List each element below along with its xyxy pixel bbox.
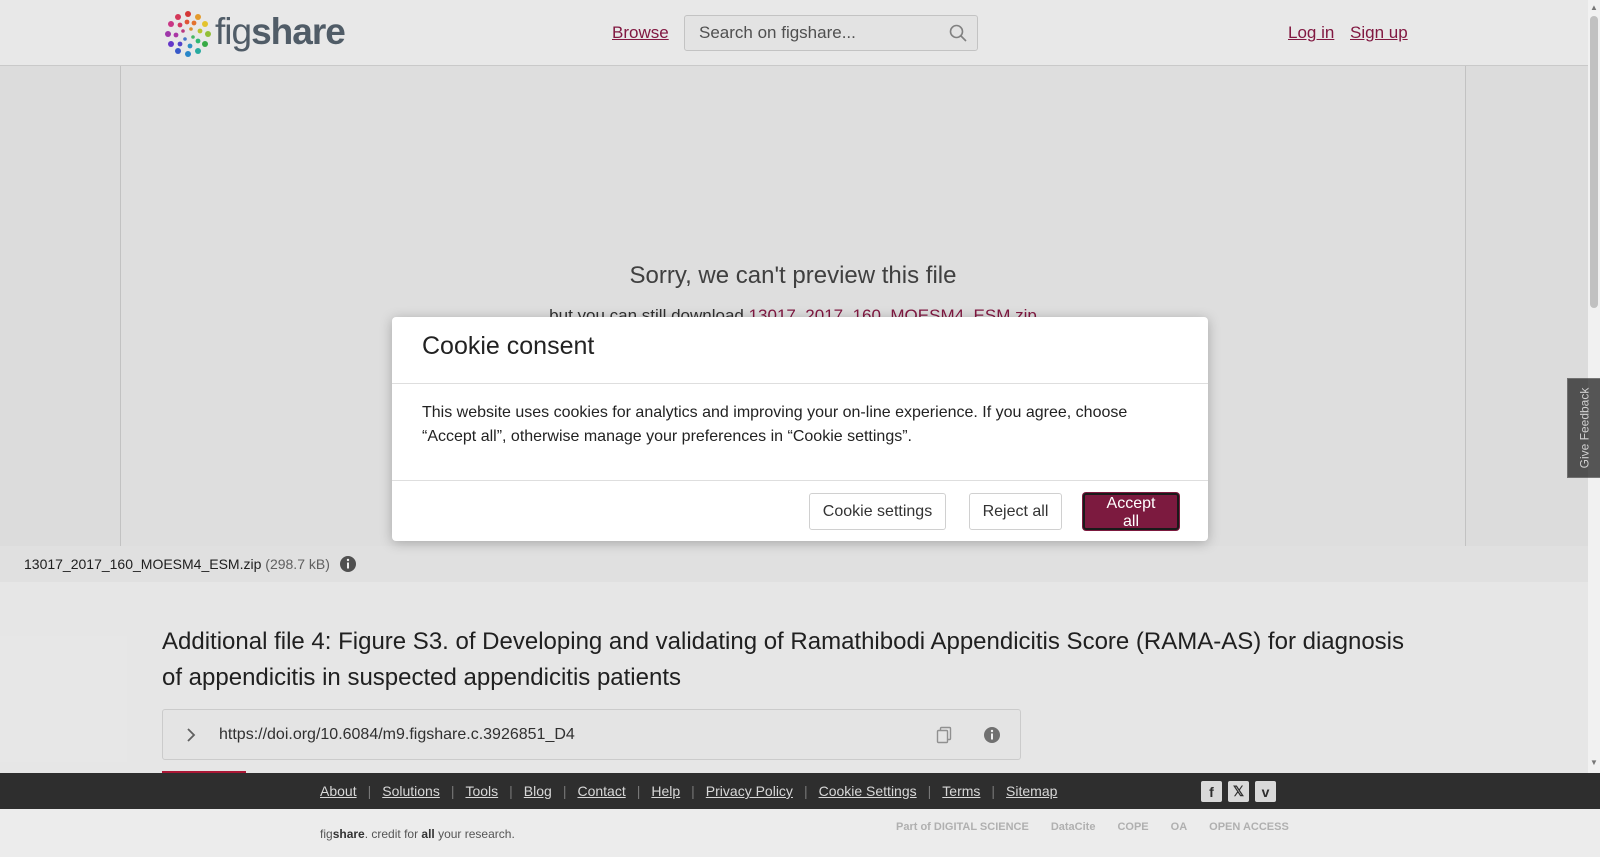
- footer-separator: |: [562, 783, 567, 799]
- oa-badge-logo[interactable]: OA: [1171, 821, 1188, 833]
- accept-all-button[interactable]: Accept all: [1083, 493, 1179, 530]
- footer-separator: |: [991, 783, 996, 799]
- footer-link-contact[interactable]: Contact: [577, 783, 625, 799]
- footer-separator: |: [367, 783, 372, 799]
- footer-link-privacy-policy[interactable]: Privacy Policy: [706, 783, 793, 799]
- footer-link-help[interactable]: Help: [651, 783, 680, 799]
- facebook-icon[interactable]: f: [1201, 781, 1222, 802]
- footer-link-tools[interactable]: Tools: [465, 783, 498, 799]
- footer-tagline: figshare. credit for all your research.: [320, 827, 515, 841]
- footer-link-about[interactable]: About: [320, 783, 357, 799]
- footer-separator: |: [927, 783, 932, 799]
- social-links: f 𝕏 v: [1201, 781, 1276, 802]
- x-icon[interactable]: 𝕏: [1228, 781, 1249, 802]
- footer-link-solutions[interactable]: Solutions: [382, 783, 440, 799]
- cookie-consent-dialog: Cookie consent This website uses cookies…: [392, 317, 1208, 541]
- cookie-dialog-title: Cookie consent: [422, 332, 595, 360]
- cookie-dialog-footer: Cookie settings Reject all Accept all: [392, 480, 1208, 541]
- digital-science-logo[interactable]: Part of DIGITAL SCIENCE: [896, 821, 1029, 833]
- reject-all-button[interactable]: Reject all: [969, 493, 1062, 530]
- cope-logo[interactable]: COPE: [1117, 821, 1148, 833]
- open-access-logo[interactable]: OPEN ACCESS: [1209, 821, 1289, 833]
- footer-separator: |: [691, 783, 695, 799]
- footer-separator: |: [509, 783, 513, 799]
- footer-separator: |: [803, 783, 808, 799]
- cookie-dialog-body: This website uses cookies for analytics …: [422, 404, 1128, 445]
- scroll-up-arrow-icon[interactable]: ▲: [1590, 4, 1598, 12]
- footer-link-terms[interactable]: Terms: [942, 783, 980, 799]
- scrollbar-thumb[interactable]: [1590, 16, 1598, 308]
- footer-link-cookie-settings[interactable]: Cookie Settings: [819, 783, 917, 799]
- footer-bottom: figshare. credit for all your research. …: [0, 809, 1600, 857]
- cookie-dialog-header: Cookie consent: [392, 317, 1208, 384]
- datacite-logo[interactable]: DataCite: [1051, 821, 1096, 833]
- footer-separator: |: [636, 783, 641, 799]
- vimeo-icon[interactable]: v: [1255, 781, 1276, 802]
- footer-link-sitemap[interactable]: Sitemap: [1006, 783, 1057, 799]
- scroll-down-arrow-icon[interactable]: ▼: [1590, 759, 1598, 767]
- footer-link-blog[interactable]: Blog: [524, 783, 552, 799]
- footer-separator: |: [450, 783, 455, 799]
- cookie-settings-button[interactable]: Cookie settings: [809, 493, 946, 530]
- footer-links: About | Solutions | Tools | Blog | Contact | …: [320, 783, 1057, 799]
- partner-logos: Part of DIGITAL SCIENCE DataCite COPE OA…: [896, 821, 1289, 833]
- footer-nav: About | Solutions | Tools | Blog | Contact | …: [0, 773, 1600, 809]
